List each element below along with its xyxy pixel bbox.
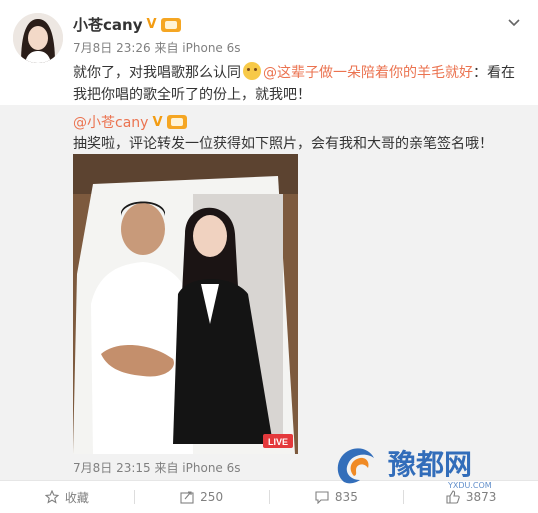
repost-meta: 7月8日 23:15 来自 iPhone 6s bbox=[73, 461, 241, 475]
repost-verified-icon: V bbox=[152, 114, 163, 130]
post-text-before: 就你了，对我唱歌那么认同 bbox=[73, 65, 241, 81]
star-icon bbox=[44, 490, 59, 504]
post-username[interactable]: 小苍cany V bbox=[73, 14, 181, 35]
post-text: 就你了，对我唱歌那么认同 @这辈子做一朵陪着你的羊毛就好：看在我把你唱的歌全听了的… bbox=[73, 62, 528, 106]
like-count: 3873 bbox=[465, 490, 497, 504]
comment-icon bbox=[315, 491, 329, 504]
favorite-button[interactable]: 收藏 bbox=[0, 481, 134, 513]
repost-username[interactable]: @小苍cany V bbox=[73, 112, 187, 132]
post-meta: 7月8日 23:26 来自 iPhone 6s bbox=[73, 41, 241, 55]
watermark-url: YXDU.COM bbox=[447, 481, 492, 490]
watermark-brand: 豫都网 bbox=[388, 448, 472, 481]
share-icon bbox=[180, 491, 194, 504]
watermark-logo: 豫都网 YXDU.COM bbox=[330, 440, 538, 490]
avatar[interactable] bbox=[13, 13, 63, 63]
username-text[interactable]: 小苍cany bbox=[73, 14, 142, 35]
repost-count: 250 bbox=[200, 490, 224, 504]
mention-link[interactable]: @这辈子做一朵陪着你的羊毛就好 bbox=[263, 65, 473, 81]
repost-text: 抽奖啦，评论转发一位获得如下照片，会有我和大哥的亲笔签名哦！ bbox=[73, 136, 493, 152]
vip-badge-icon bbox=[160, 17, 181, 32]
favorite-label: 收藏 bbox=[64, 490, 89, 505]
live-badge: LIVE bbox=[268, 437, 288, 447]
chevron-down-icon[interactable] bbox=[508, 15, 520, 31]
comment-count: 835 bbox=[334, 490, 358, 504]
repost-button[interactable]: 250 bbox=[135, 481, 269, 513]
repost-photo[interactable]: LIVE bbox=[73, 154, 298, 454]
smile-emoji-icon bbox=[243, 62, 261, 80]
repost-username-text[interactable]: @小苍cany bbox=[73, 112, 148, 132]
repost-vip-badge-icon bbox=[166, 115, 187, 129]
verified-icon: V bbox=[146, 17, 157, 32]
thumbs-up-icon bbox=[446, 490, 460, 504]
